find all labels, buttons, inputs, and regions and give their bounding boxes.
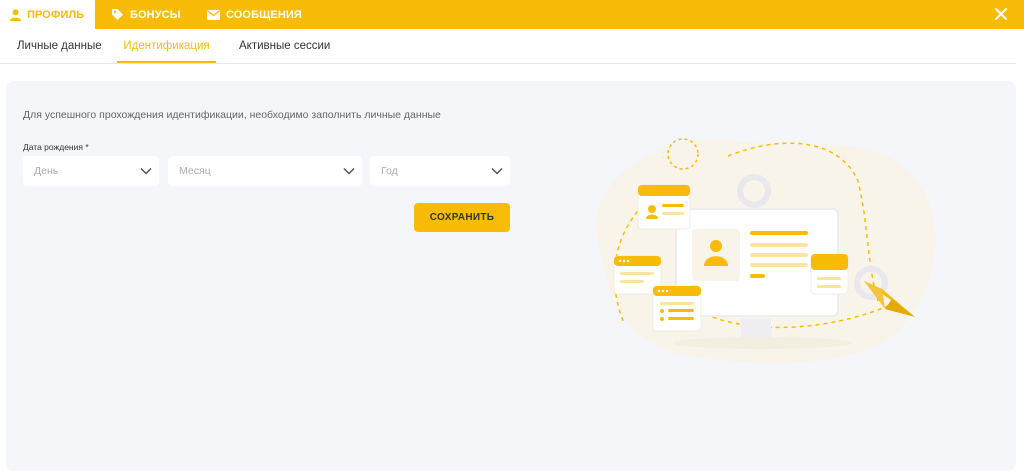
- person-icon: [10, 8, 21, 21]
- chevron-down-icon: [343, 167, 355, 175]
- close-button[interactable]: [992, 5, 1010, 23]
- tab-messages[interactable]: Сообщения: [207, 0, 302, 29]
- day-select-value: День: [34, 165, 59, 177]
- intro-text: Для успешного прохождения идентификации,…: [23, 109, 441, 121]
- save-button[interactable]: Сохранить: [414, 203, 510, 232]
- top-bar: Профиль Бонусы Сообщения: [0, 0, 1024, 29]
- month-select-value: Месяц: [179, 165, 211, 177]
- identification-illustration: [596, 138, 936, 364]
- dob-label: Дата рождения *: [23, 142, 89, 152]
- subtab-active-sessions[interactable]: Активные сессии: [239, 29, 330, 64]
- day-select[interactable]: День: [23, 156, 159, 186]
- chevron-down-icon: [491, 167, 503, 175]
- envelope-icon: [207, 9, 220, 20]
- chevron-down-icon: [140, 167, 152, 175]
- sub-navigation: Личные данные Идентификация Активные сес…: [0, 29, 1016, 64]
- month-select[interactable]: Месяц: [168, 156, 362, 186]
- tab-profile-label: Профиль: [27, 8, 85, 21]
- tab-profile[interactable]: Профиль: [0, 0, 95, 29]
- close-icon: [995, 8, 1007, 20]
- year-select-value: Год: [381, 165, 398, 177]
- tab-bonuses[interactable]: Бонусы: [111, 0, 181, 29]
- subtab-identification[interactable]: Идентификация: [117, 29, 216, 64]
- year-select[interactable]: Год: [370, 156, 510, 186]
- tab-bonuses-label: Бонусы: [130, 8, 181, 21]
- tag-icon: [111, 8, 124, 21]
- subtab-personal-data[interactable]: Личные данные: [17, 29, 102, 64]
- identification-panel: Для успешного прохождения идентификации,…: [6, 81, 1016, 471]
- tab-messages-label: Сообщения: [226, 8, 302, 21]
